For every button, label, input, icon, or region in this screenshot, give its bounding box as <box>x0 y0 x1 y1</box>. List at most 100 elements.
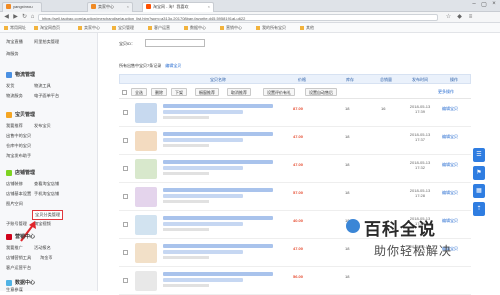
recommend-button[interactable]: 橱窗推荐 <box>195 88 219 96</box>
edit-item-link[interactable]: 编辑宝贝 <box>442 190 458 196</box>
item-title-link[interactable] <box>163 272 273 276</box>
item-price[interactable]: 47.00 <box>293 134 303 139</box>
bookmark-item[interactable]: 卖家中心 <box>78 25 100 31</box>
item-thumbnail[interactable] <box>135 187 157 207</box>
row-checkbox[interactable] <box>123 110 128 115</box>
select-all-button[interactable]: 全选 <box>131 88 147 96</box>
bookmark-item[interactable]: 营销中心 <box>220 25 242 31</box>
item-price[interactable]: 56.00 <box>293 274 303 279</box>
bell-icon[interactable]: ⚑ <box>473 166 485 180</box>
sidebar-link[interactable]: 手机淘宝店铺 <box>34 191 59 197</box>
item-price[interactable]: 87.00 <box>293 106 303 111</box>
item-title-link[interactable] <box>163 216 273 220</box>
item-price[interactable]: 47.00 <box>293 246 303 251</box>
sidebar-link[interactable]: 查看淘宝店铺 <box>34 181 59 187</box>
tab-2[interactable]: 卖家中心 × <box>87 2 133 12</box>
close-icon[interactable]: × <box>127 4 129 9</box>
edit-item-link[interactable]: 编辑宝贝 <box>442 162 458 168</box>
cancel-recommend-button[interactable]: 取消推荐 <box>227 88 251 96</box>
sidebar-link[interactable]: 店铺营销工具 <box>6 255 31 261</box>
item-title-link[interactable] <box>163 244 273 248</box>
sidebar-link[interactable]: 生意参谋 <box>6 287 23 293</box>
item-title-link[interactable] <box>163 132 273 136</box>
row-checkbox[interactable] <box>123 222 128 227</box>
sidebar-link[interactable]: 发布宝贝 <box>34 123 51 129</box>
item-thumbnail[interactable] <box>135 103 157 123</box>
sidebar-section-marketing[interactable]: 营销中心 <box>6 233 35 240</box>
chat-icon[interactable]: ☰ <box>473 148 485 162</box>
item-thumbnail[interactable] <box>135 243 157 263</box>
bookmark-item[interactable]: 数据中心 <box>184 25 206 31</box>
item-price[interactable]: 40.00 <box>293 218 303 223</box>
item-title-link[interactable] <box>163 188 273 192</box>
item-thumbnail[interactable] <box>135 271 157 291</box>
item-id-input[interactable] <box>145 39 205 47</box>
sidebar-link[interactable]: 活动报名 <box>34 245 51 251</box>
sidebar-link[interactable]: 店铺装修 <box>6 181 23 187</box>
menu-icon[interactable]: ≡ <box>467 14 474 21</box>
tab-3[interactable]: 淘宝网 - 淘！我喜欢 × <box>142 2 214 12</box>
sidebar-link[interactable]: 淘宝直播 <box>6 39 23 45</box>
review-gift-button[interactable]: 设置评价有礼 <box>263 88 295 96</box>
edit-items-link[interactable]: 编辑宝贝 <box>165 63 181 68</box>
item-price[interactable]: 57.00 <box>293 190 303 195</box>
bookmark-item[interactable]: 其他 <box>300 25 314 31</box>
column-header[interactable]: 总销量 <box>380 77 392 83</box>
sidebar-link[interactable]: 仓库中的宝贝 <box>6 143 31 149</box>
close-window-icon[interactable]: × <box>490 1 498 10</box>
forward-icon[interactable]: ▶ <box>12 14 19 21</box>
bookmark-item[interactable]: 我的所有宝贝 <box>256 25 286 31</box>
item-thumbnail[interactable] <box>135 215 157 235</box>
item-stock[interactable]: 18 <box>345 190 349 195</box>
select-all-checkbox[interactable] <box>122 90 127 95</box>
scroll-top-icon[interactable]: ⇡ <box>473 202 485 216</box>
row-checkbox[interactable] <box>123 166 128 171</box>
delete-button[interactable]: 删除 <box>151 88 167 96</box>
more-actions-button[interactable]: 更多操作 <box>435 88 457 96</box>
sidebar-link[interactable]: 物流服务 <box>6 93 23 99</box>
sidebar-section-items[interactable]: 宝贝管理 <box>6 111 35 118</box>
sidebar-link[interactable]: 物流工具 <box>34 83 51 89</box>
bookmark-item[interactable]: 宝贝管理 <box>112 25 134 31</box>
sidebar-link[interactable]: 图片空间 <box>6 201 23 207</box>
sidebar-link[interactable]: 电子面单平台 <box>34 93 59 99</box>
bookmark-item[interactable]: 客户运营 <box>148 25 170 31</box>
edit-item-link[interactable]: 编辑宝贝 <box>442 134 458 140</box>
sidebar-link[interactable]: 淘宝发布助手 <box>6 153 31 159</box>
row-checkbox[interactable] <box>123 194 128 199</box>
bookmark-item[interactable]: 淘宝网首页 <box>34 25 60 31</box>
sidebar-link[interactable]: 我要推荐 <box>6 123 23 129</box>
row-checkbox[interactable] <box>123 250 128 255</box>
item-price[interactable]: 47.00 <box>293 162 303 167</box>
item-title-link[interactable] <box>163 104 273 108</box>
close-icon[interactable]: × <box>208 4 210 9</box>
minimize-icon[interactable]: – <box>470 1 478 10</box>
item-stock[interactable]: 18 <box>345 134 349 139</box>
item-thumbnail[interactable] <box>135 159 157 179</box>
url-input[interactable]: https://sell.taobao.com/auction/merchand… <box>38 14 438 21</box>
item-stock[interactable]: 18 <box>345 162 349 167</box>
column-header[interactable]: 发布时间 <box>412 77 428 83</box>
sidebar-section-data[interactable]: 数据中心 <box>6 279 35 286</box>
item-title-link[interactable] <box>163 160 273 164</box>
sidebar-link[interactable]: 出售中的宝贝 <box>6 133 31 139</box>
sidebar-link[interactable]: 店铺基本设置 <box>6 191 31 197</box>
sidebar-link[interactable]: 阿里拍卖管理 <box>34 39 59 45</box>
maximize-icon[interactable]: ▢ <box>480 1 488 10</box>
column-header[interactable]: 价格 <box>298 77 306 83</box>
bookmark-item[interactable]: 常用网址 <box>4 25 26 31</box>
extension-icon[interactable]: ◆ <box>456 14 463 21</box>
sidebar-link[interactable]: 淘金币 <box>40 255 53 261</box>
grid-icon[interactable]: ▦ <box>473 184 485 198</box>
sidebar-section-logistics[interactable]: 物流管理 <box>6 71 35 78</box>
row-checkbox[interactable] <box>123 278 128 283</box>
item-thumbnail[interactable] <box>135 131 157 151</box>
column-header[interactable]: 宝贝名称 <box>210 77 226 83</box>
edit-item-link[interactable]: 编辑宝贝 <box>442 106 458 112</box>
column-header[interactable]: 库存 <box>346 77 354 83</box>
tab-1[interactable]: yangxinrou <box>2 2 42 12</box>
item-stock[interactable]: 18 <box>345 274 349 279</box>
refresh-icon[interactable]: ↻ <box>21 14 28 21</box>
sidebar-link[interactable]: 客户运营平台 <box>6 265 31 271</box>
item-stock[interactable]: 18 <box>345 106 349 111</box>
